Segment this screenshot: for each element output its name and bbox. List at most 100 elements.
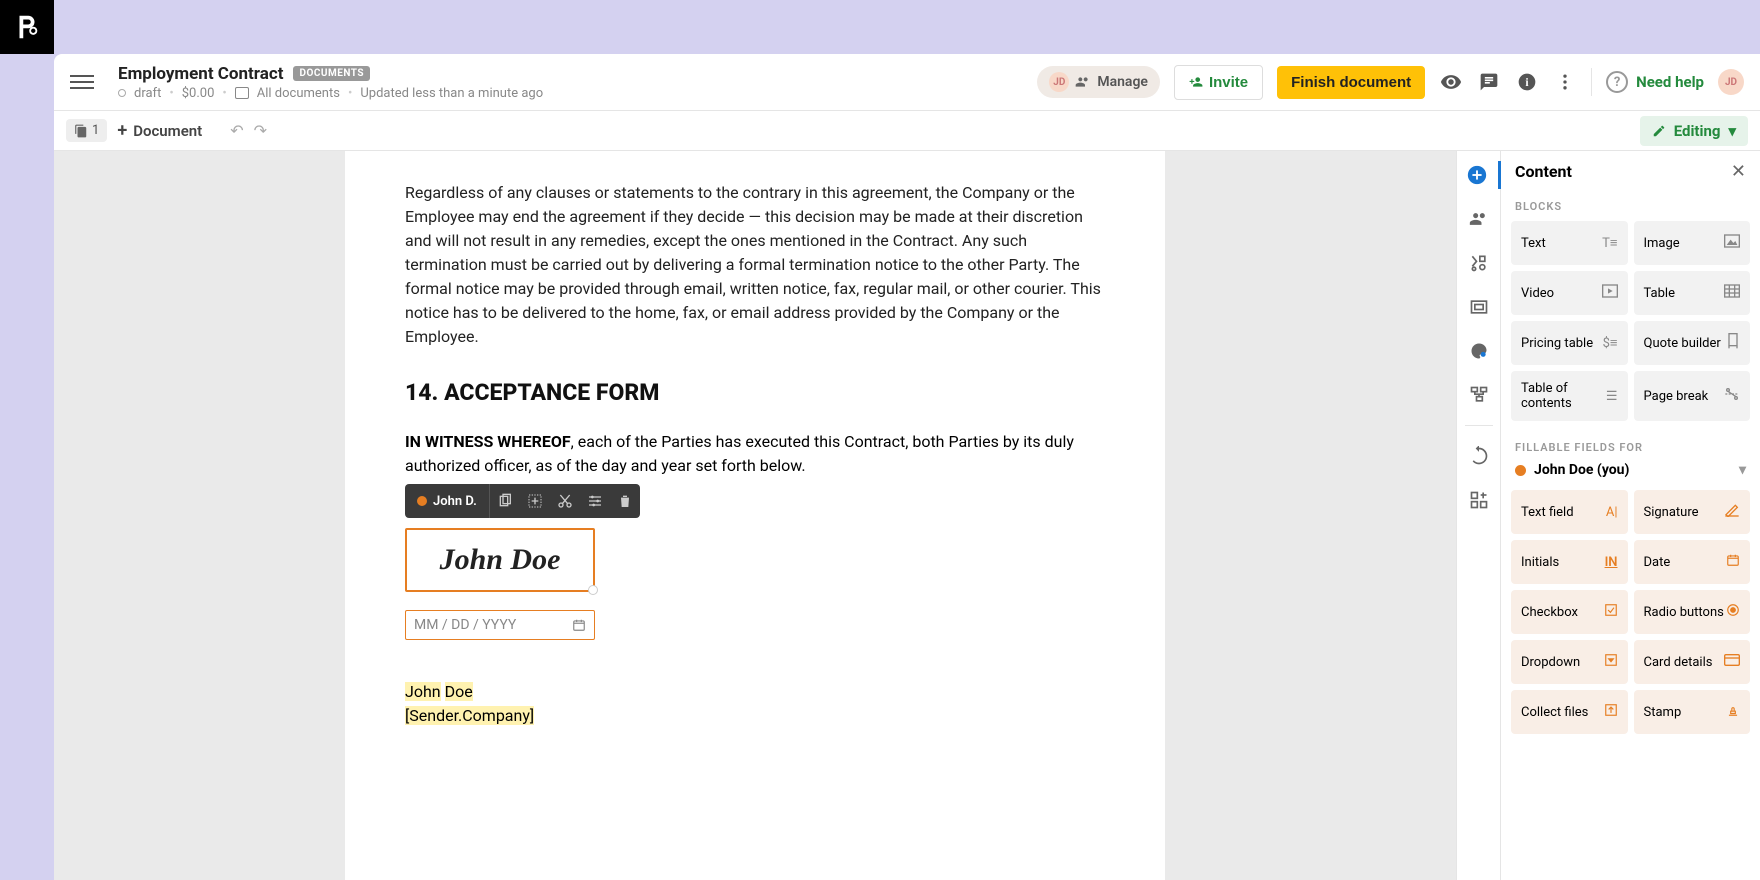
topbar: Employment Contract DOCUMENTS draft • $0… <box>54 54 1760 111</box>
blocks-grid: TextT≡ Image Video Table Pricing table$≡… <box>1501 217 1760 433</box>
manage-button[interactable]: JD Manage <box>1037 66 1160 98</box>
date-field[interactable]: MM / DD / YYYY <box>405 610 595 640</box>
field-checkbox[interactable]: Checkbox <box>1511 590 1628 634</box>
toc-icon: ☰ <box>1606 389 1618 404</box>
redo-icon[interactable]: ↷ <box>254 121 267 140</box>
amount: $0.00 <box>182 86 215 101</box>
info-icon[interactable]: i <box>1515 70 1539 94</box>
field-initials[interactable]: InitialsIN <box>1511 540 1628 584</box>
field-date[interactable]: Date <box>1634 540 1751 584</box>
tb-settings-icon[interactable] <box>580 484 610 518</box>
field-stamp[interactable]: Stamp <box>1634 690 1751 734</box>
tb-cut-icon[interactable] <box>550 484 580 518</box>
subbar: 1 + Document ↶ ↷ Editing ▾ <box>54 111 1760 151</box>
signature-toolbar: John D. <box>405 484 640 518</box>
meta-row: draft • $0.00 • All documents • Updated … <box>118 86 543 101</box>
chevron-down-icon: ▾ <box>1728 122 1736 140</box>
sender-last-variable[interactable]: Doe <box>445 682 473 701</box>
tb-delete-icon[interactable] <box>610 484 640 518</box>
quote-icon <box>1726 333 1740 353</box>
card-icon <box>1724 654 1740 670</box>
strip-template-icon[interactable] <box>1465 293 1493 321</box>
sender-company-variable[interactable]: [Sender.Company] <box>405 706 534 725</box>
editing-mode-button[interactable]: Editing ▾ <box>1640 116 1748 146</box>
field-collect[interactable]: Collect files <box>1511 690 1628 734</box>
video-icon <box>1602 284 1618 302</box>
strip-content-icon[interactable] <box>1457 161 1501 189</box>
text-cursor-icon: A| <box>1606 505 1618 520</box>
app-logo[interactable] <box>0 0 54 54</box>
strip-attach-icon[interactable] <box>1465 442 1493 470</box>
field-signature[interactable]: Signature <box>1634 490 1751 534</box>
close-icon[interactable]: ✕ <box>1731 161 1746 182</box>
radio-icon <box>1726 603 1740 621</box>
strip-recipients-icon[interactable] <box>1465 205 1493 233</box>
field-dropdown[interactable]: Dropdown <box>1511 640 1628 684</box>
strip-workflow-icon[interactable] <box>1465 381 1493 409</box>
person-add-icon <box>1189 75 1203 89</box>
block-image[interactable]: Image <box>1634 221 1751 265</box>
calendar-icon <box>572 618 586 632</box>
panel-title: Content <box>1515 162 1572 181</box>
block-pagebreak[interactable]: Page break <box>1634 371 1751 421</box>
page-indicator[interactable]: 1 <box>66 119 107 142</box>
document-type-badge: DOCUMENTS <box>293 66 370 81</box>
pagebreak-icon <box>1724 387 1740 405</box>
block-text[interactable]: TextT≡ <box>1511 221 1628 265</box>
content-panel: Content ✕ BLOCKS TextT≡ Image Video Tabl… <box>1500 151 1760 880</box>
dropdown-icon <box>1604 653 1618 671</box>
initials-icon: IN <box>1605 555 1618 570</box>
sender-first-variable[interactable]: John <box>405 682 441 701</box>
image-icon <box>1724 234 1740 252</box>
menu-icon[interactable] <box>70 70 94 94</box>
field-radio[interactable]: Radio buttons <box>1634 590 1751 634</box>
signature-icon <box>1724 503 1740 521</box>
resize-handle[interactable] <box>588 585 598 595</box>
more-icon[interactable] <box>1553 70 1577 94</box>
assignee-select[interactable]: John Doe (you) ▾ <box>1515 462 1746 478</box>
field-card[interactable]: Card details <box>1634 640 1751 684</box>
signature-assignee[interactable]: John D. <box>405 494 489 509</box>
blocks-label: BLOCKS <box>1501 192 1760 217</box>
document-page: Regardless of any clauses or statements … <box>345 151 1165 880</box>
status-text: draft <box>134 86 161 101</box>
user-avatar[interactable]: JD <box>1718 69 1744 95</box>
block-pricing[interactable]: Pricing table$≡ <box>1511 321 1628 365</box>
table-icon <box>1724 284 1740 302</box>
plus-icon: + <box>117 120 127 141</box>
upload-icon <box>1604 703 1618 721</box>
app-window: Employment Contract DOCUMENTS draft • $0… <box>54 54 1760 880</box>
breadcrumb[interactable]: All documents <box>257 86 340 101</box>
block-toc[interactable]: Table of contents☰ <box>1511 371 1628 421</box>
fields-grid: Text fieldA| Signature InitialsIN Date C… <box>1501 486 1760 746</box>
sender-block: John Doe [Sender.Company] <box>405 680 1105 728</box>
add-document-button[interactable]: + Document <box>117 120 202 141</box>
tb-assign-icon[interactable] <box>520 484 550 518</box>
field-text[interactable]: Text fieldA| <box>1511 490 1628 534</box>
block-video[interactable]: Video <box>1511 271 1628 315</box>
block-table[interactable]: Table <box>1634 271 1751 315</box>
chat-icon[interactable] <box>1477 70 1501 94</box>
finish-button[interactable]: Finish document <box>1277 66 1425 99</box>
document-title: Employment Contract <box>118 64 283 84</box>
signature-field[interactable]: John Doe <box>405 528 595 592</box>
updated-text: Updated less than a minute ago <box>360 86 543 101</box>
strip-design-icon[interactable] <box>1465 337 1493 365</box>
date-icon <box>1726 553 1740 571</box>
undo-icon[interactable]: ↶ <box>230 121 243 140</box>
top-actions: JD Manage Invite Finish document i ? Nee… <box>1037 65 1744 100</box>
need-help-button[interactable]: ? Need help <box>1606 71 1704 93</box>
strip-apps-icon[interactable] <box>1465 486 1493 514</box>
tb-copy-icon[interactable] <box>490 484 520 518</box>
pencil-icon <box>1652 124 1666 138</box>
preview-icon[interactable] <box>1439 70 1463 94</box>
document-canvas[interactable]: Regardless of any clauses or statements … <box>54 151 1456 880</box>
avatar-small: JD <box>1049 72 1069 92</box>
question-icon: ? <box>1606 71 1628 93</box>
strip-variables-icon[interactable] <box>1465 249 1493 277</box>
invite-button[interactable]: Invite <box>1174 65 1263 100</box>
fields-label: FILLABLE FIELDS FOR <box>1501 433 1760 458</box>
block-quote[interactable]: Quote builder <box>1634 321 1751 365</box>
pricing-icon: $≡ <box>1603 335 1618 351</box>
clause-text: Regardless of any clauses or statements … <box>405 181 1105 349</box>
